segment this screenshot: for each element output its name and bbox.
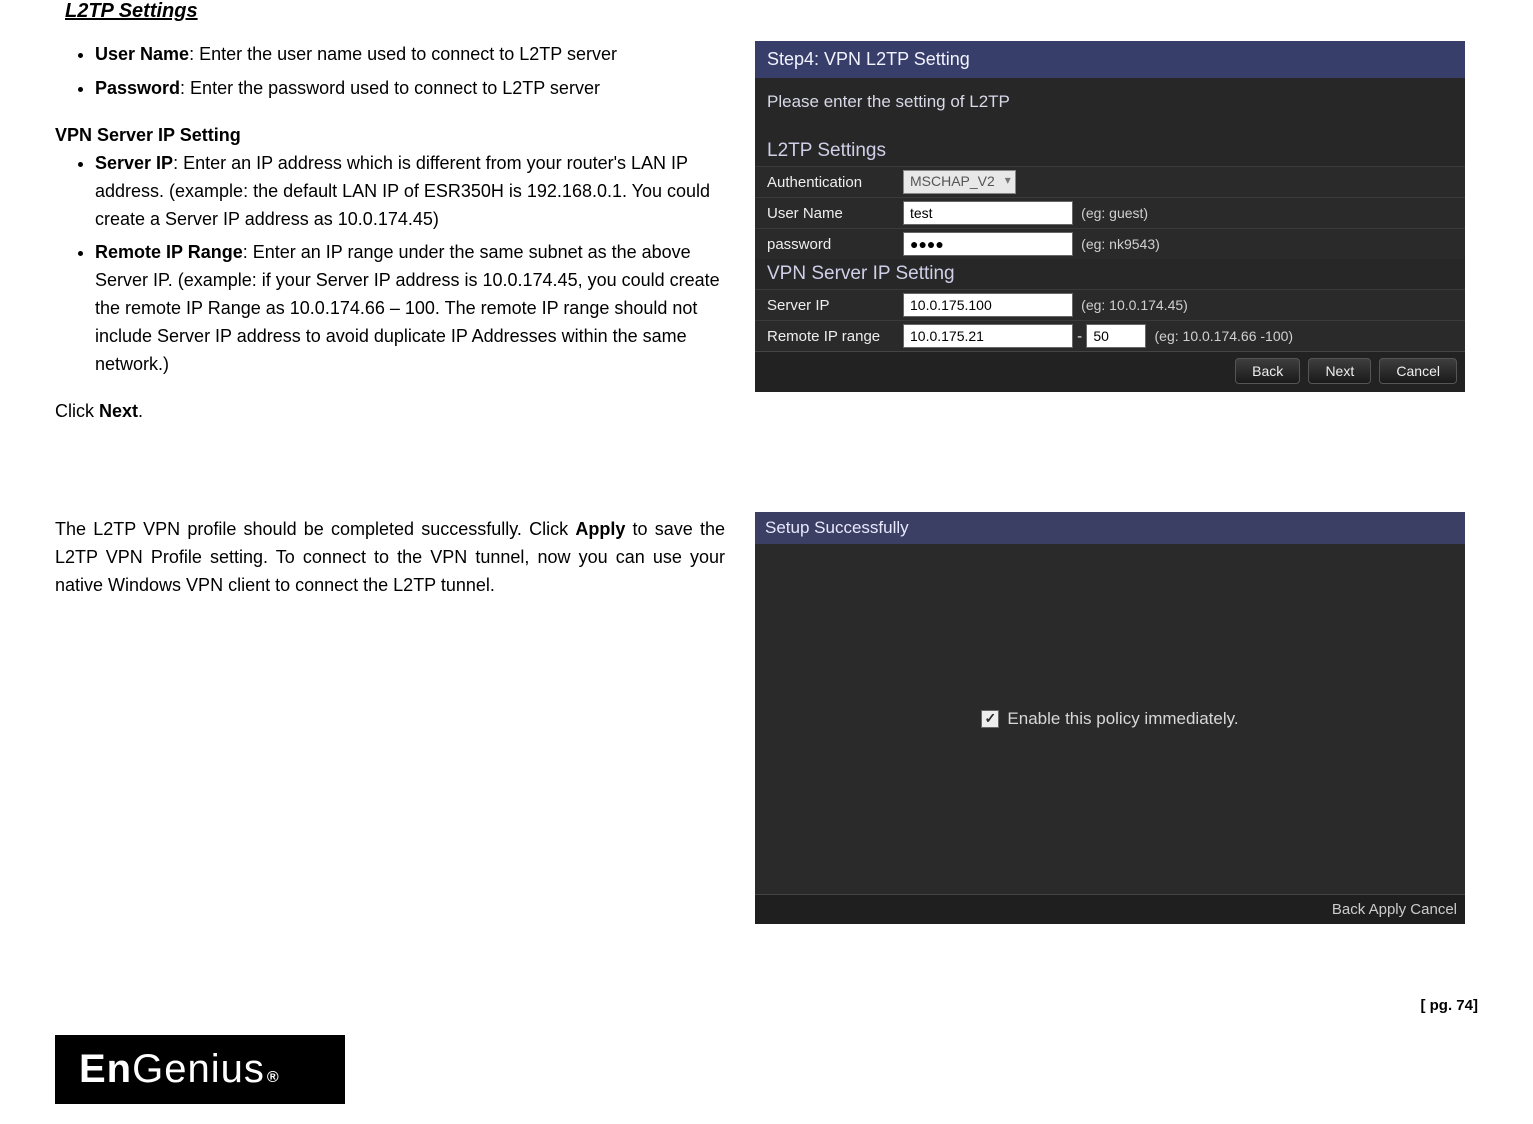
server-ip-hint: (eg: 10.0.174.45) — [1077, 297, 1188, 313]
username-input[interactable] — [903, 201, 1073, 225]
page-number: [ pg. 74] — [1420, 997, 1478, 1014]
list-item: Password: Enter the password used to con… — [95, 75, 725, 103]
auth-label: Authentication — [755, 167, 895, 198]
cancel-button[interactable]: Cancel — [1410, 901, 1457, 918]
text-column-2: The L2TP VPN profile should be completed… — [55, 512, 725, 600]
screenshot-panel-step4: Step4: VPN L2TP Setting Please enter the… — [755, 41, 1465, 392]
page-title: L2TP Settings — [65, 0, 1478, 23]
remote-ip-start-input[interactable] — [903, 324, 1073, 348]
password-hint: (eg: nk9543) — [1077, 236, 1160, 252]
username-hint: (eg: guest) — [1077, 205, 1148, 221]
text-column-1: User Name: Enter the user name used to c… — [55, 41, 725, 422]
remote-ip-end-input[interactable] — [1086, 324, 1146, 348]
list-item: Remote IP Range: Enter an IP range under… — [95, 239, 725, 378]
password-label: password — [755, 229, 895, 260]
apply-button[interactable]: Apply — [1369, 901, 1407, 918]
password-input[interactable] — [903, 232, 1073, 256]
click-next-instruction: Click Next. — [55, 401, 725, 422]
section-l2tp-settings: L2TP Settings — [755, 138, 1465, 166]
next-button[interactable]: Next — [1308, 358, 1371, 384]
authentication-select[interactable]: MSCHAP_V2 — [903, 170, 1016, 194]
panel-subtext: Please enter the setting of L2TP — [755, 78, 1465, 138]
enable-policy-checkbox[interactable]: ✓ — [981, 710, 999, 728]
panel-step-title: Step4: VPN L2TP Setting — [755, 41, 1465, 78]
brand-logo: EnGenius® — [55, 1035, 345, 1104]
back-button[interactable]: Back — [1235, 358, 1300, 384]
back-button[interactable]: Back — [1332, 901, 1365, 918]
server-ip-input[interactable] — [903, 293, 1073, 317]
remote-ip-range-label: Remote IP range — [755, 321, 895, 352]
enable-policy-label: Enable this policy immediately. — [1007, 709, 1238, 729]
section-vpn-server-ip: VPN Server IP Setting — [755, 261, 1465, 289]
panel-success-title: Setup Successfully — [755, 512, 1465, 544]
server-ip-label: Server IP — [755, 290, 895, 321]
screenshot-panel-success: Setup Successfully ✓ Enable this policy … — [755, 512, 1465, 924]
username-label: User Name — [755, 198, 895, 229]
remote-ip-range-hint: (eg: 10.0.174.66 -100) — [1151, 328, 1294, 344]
list-item: Server IP: Enter an IP address which is … — [95, 150, 725, 234]
cancel-button[interactable]: Cancel — [1379, 358, 1457, 384]
list-item: User Name: Enter the user name used to c… — [95, 41, 725, 69]
range-dash: - — [1077, 328, 1082, 345]
subheading-vpn-server-ip: VPN Server IP Setting — [55, 125, 725, 146]
